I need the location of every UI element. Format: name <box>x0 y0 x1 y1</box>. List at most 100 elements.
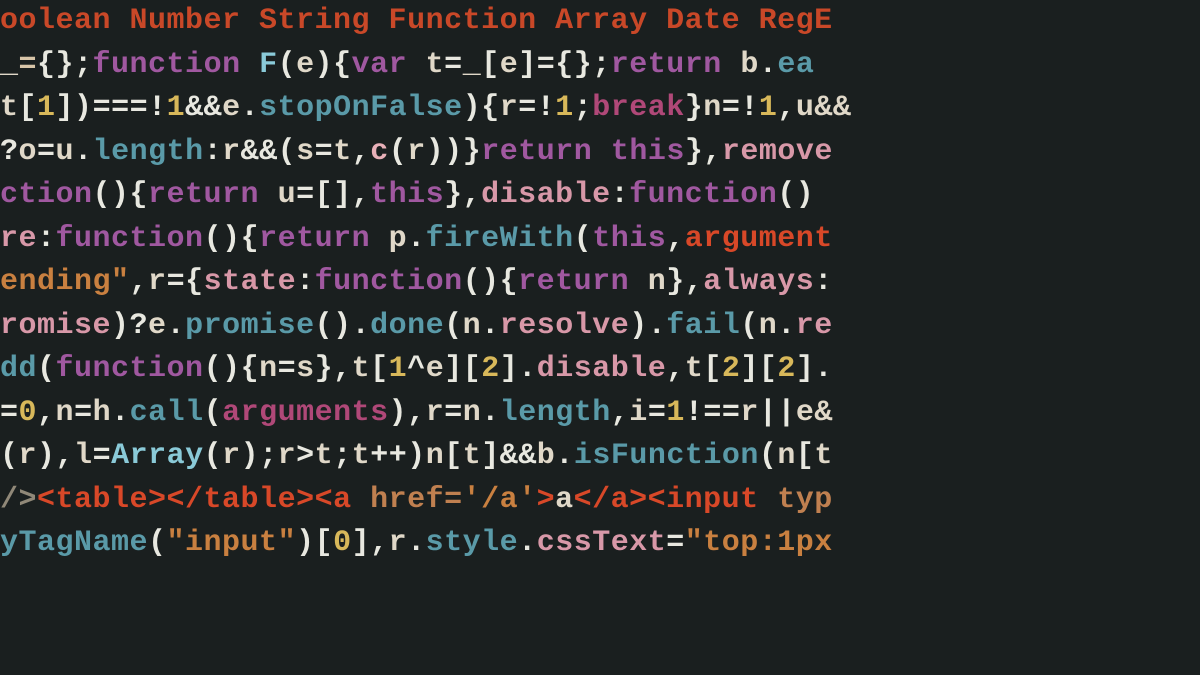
code-token: return <box>481 135 592 169</box>
code-token: =! <box>518 91 555 125</box>
code-token: , <box>777 91 796 125</box>
code-token: . <box>74 135 93 169</box>
code-token: = <box>0 396 19 430</box>
code-token: = <box>37 135 56 169</box>
code-token: ( <box>389 135 408 169</box>
code-token: ( <box>574 222 593 256</box>
code-token: ( <box>204 396 223 430</box>
code-token: done <box>370 309 444 343</box>
code-token: (){ <box>204 352 260 386</box>
code-line: ending",r={state:function(){return n},al… <box>0 261 1200 305</box>
code-token: = <box>648 396 667 430</box>
code-token: r <box>426 396 445 430</box>
code-token: remove <box>722 135 833 169</box>
code-token: n <box>426 439 445 473</box>
code-token: > <box>296 439 315 473</box>
code-token: this <box>592 135 685 169</box>
code-token: l <box>74 439 93 473</box>
code-token: 2 <box>722 352 741 386</box>
code-token: = <box>93 439 112 473</box>
code-token: 1 <box>555 91 574 125</box>
code-token: cssText <box>537 526 667 560</box>
code-token: ], <box>352 526 389 560</box>
code-token: ), <box>37 439 74 473</box>
code-token: n <box>463 309 482 343</box>
code-token: , <box>666 352 685 386</box>
code-token: || <box>759 396 796 430</box>
code-token: ( <box>278 48 297 82</box>
code-token: ]) <box>56 91 93 125</box>
code-token: = <box>19 48 38 82</box>
code-token: ( <box>148 526 167 560</box>
code-line: re:function(){return p.fireWith(this,arg… <box>0 218 1200 262</box>
code-token: n <box>56 396 75 430</box>
code-token: ){ <box>315 48 352 82</box>
code-token: _ <box>0 48 19 82</box>
code-token: ===! <box>93 91 167 125</box>
code-token: }, <box>666 265 703 299</box>
code-token: resolve <box>500 309 630 343</box>
code-token: c <box>370 135 389 169</box>
code-token: . <box>241 91 260 125</box>
code-token: b <box>537 439 556 473</box>
code-token: = <box>444 48 463 82</box>
code-line: dd(function(){n=s},t[1^e][2].disable,t[2… <box>0 348 1200 392</box>
code-token: ction <box>0 178 93 212</box>
code-token: (){ <box>463 265 519 299</box>
code-token: t <box>0 91 19 125</box>
code-token: u <box>56 135 75 169</box>
code-token: ]. <box>500 352 537 386</box>
code-token: 0 <box>333 526 352 560</box>
code-token: r <box>19 439 38 473</box>
code-token: [ <box>370 352 389 386</box>
code-token: u <box>259 178 296 212</box>
code-token: . <box>759 48 778 82</box>
code-token: e <box>500 48 519 82</box>
code-token: h <box>93 396 112 430</box>
code-token: return <box>611 48 722 82</box>
code-token: ( <box>444 309 463 343</box>
code-token: , <box>352 135 371 169</box>
code-token: </table> <box>167 483 315 517</box>
code-token: r <box>389 526 408 560</box>
code-token: 2 <box>481 352 500 386</box>
code-line: romise)?e.promise().done(n.resolve).fail… <box>0 305 1200 349</box>
code-token: ), <box>389 396 426 430</box>
code-token: ( <box>37 352 56 386</box>
code-token: i <box>629 396 648 430</box>
code-token: [ <box>444 439 463 473</box>
code-token: length <box>93 135 204 169</box>
code-line: t[1])===!1&&e.stopOnFalse){r=!1;break}n=… <box>0 87 1200 131</box>
code-token: ( <box>740 309 759 343</box>
code-token: s <box>296 135 315 169</box>
code-token: [ <box>19 91 38 125</box>
code-token: function <box>315 265 463 299</box>
code-token: yTagName <box>0 526 148 560</box>
code-token: = <box>74 396 93 430</box>
code-token: = <box>315 135 334 169</box>
code-token: . <box>407 526 426 560</box>
code-token: && <box>185 91 222 125</box>
code-token: disable <box>481 178 611 212</box>
code-token: r <box>278 439 297 473</box>
code-token: =! <box>722 91 759 125</box>
code-token: , <box>611 396 630 430</box>
code-token: , <box>130 265 149 299</box>
code-token: , <box>666 222 685 256</box>
code-token: "top:1px <box>685 526 833 560</box>
code-token: n <box>777 439 796 473</box>
code-token: fail <box>666 309 740 343</box>
code-token: a <box>555 483 574 517</box>
code-token: )[ <box>296 526 333 560</box>
code-token: (){ <box>93 178 149 212</box>
code-token: : <box>814 265 833 299</box>
code-token: "input" <box>167 526 297 560</box>
code-token: typ <box>777 483 833 517</box>
code-token: > <box>537 483 556 517</box>
code-token: 2 <box>777 352 796 386</box>
code-token: 1 <box>759 91 778 125</box>
code-token: : <box>296 265 315 299</box>
code-token: e& <box>796 396 833 430</box>
code-token: ; <box>574 91 593 125</box>
code-token: e <box>148 309 167 343</box>
